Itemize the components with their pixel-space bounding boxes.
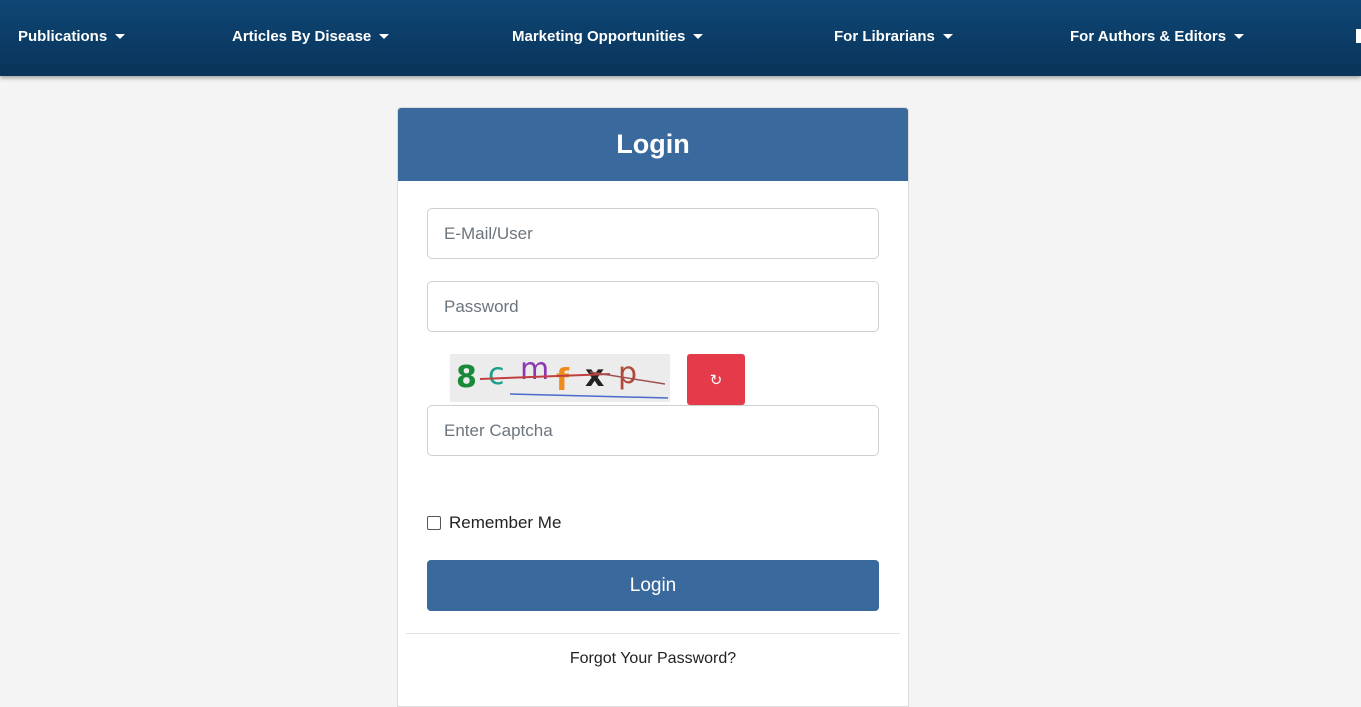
login-title: Login — [616, 129, 690, 159]
refresh-icon: ↻ — [709, 371, 723, 389]
caret-down-icon — [693, 34, 704, 39]
top-navigation-bar: Publications Articles By Disease Marketi… — [0, 0, 1361, 76]
forgot-password-link[interactable]: Forgot Your Password? — [398, 650, 908, 668]
refresh-captcha-button[interactable]: ↻ — [687, 354, 745, 405]
nav-item-marketing-opportunities[interactable]: Marketing Opportunities — [512, 28, 704, 45]
captcha-image: 8 c m f x p — [450, 354, 670, 402]
password-input[interactable] — [427, 281, 879, 332]
caret-down-icon — [379, 34, 390, 39]
nav-item-articles-by-disease[interactable]: Articles By Disease — [232, 28, 390, 45]
nav-item-for-librarians[interactable]: For Librarians — [834, 28, 953, 45]
email-user-input[interactable] — [427, 208, 879, 259]
nav-item-label: Publications — [18, 28, 108, 45]
caret-down-icon — [115, 34, 126, 39]
remember-me-checkbox[interactable] — [427, 516, 441, 530]
divider — [406, 633, 900, 634]
nav-item-label: For Authors & Editors — [1070, 28, 1227, 45]
nav-item-truncated[interactable] — [1356, 29, 1361, 43]
nav-item-label: Articles By Disease — [232, 28, 372, 45]
login-card: Login 8 c m f x p ↻ Remember Me Login Fo… — [397, 107, 909, 707]
nav-item-publications[interactable]: Publications — [18, 28, 126, 45]
caret-down-icon — [1234, 34, 1245, 39]
nav-item-label: Marketing Opportunities — [512, 28, 686, 45]
nav-item-for-authors-editors[interactable]: For Authors & Editors — [1070, 28, 1245, 45]
caret-down-icon — [942, 34, 953, 39]
login-button[interactable]: Login — [427, 560, 879, 611]
nav-item-label: For Librarians — [834, 28, 935, 45]
remember-me-label: Remember Me — [449, 513, 562, 532]
remember-me[interactable]: Remember Me — [427, 513, 561, 533]
captcha-input[interactable] — [427, 405, 879, 456]
captcha-noise — [479, 371, 669, 399]
login-card-header: Login — [398, 108, 908, 181]
